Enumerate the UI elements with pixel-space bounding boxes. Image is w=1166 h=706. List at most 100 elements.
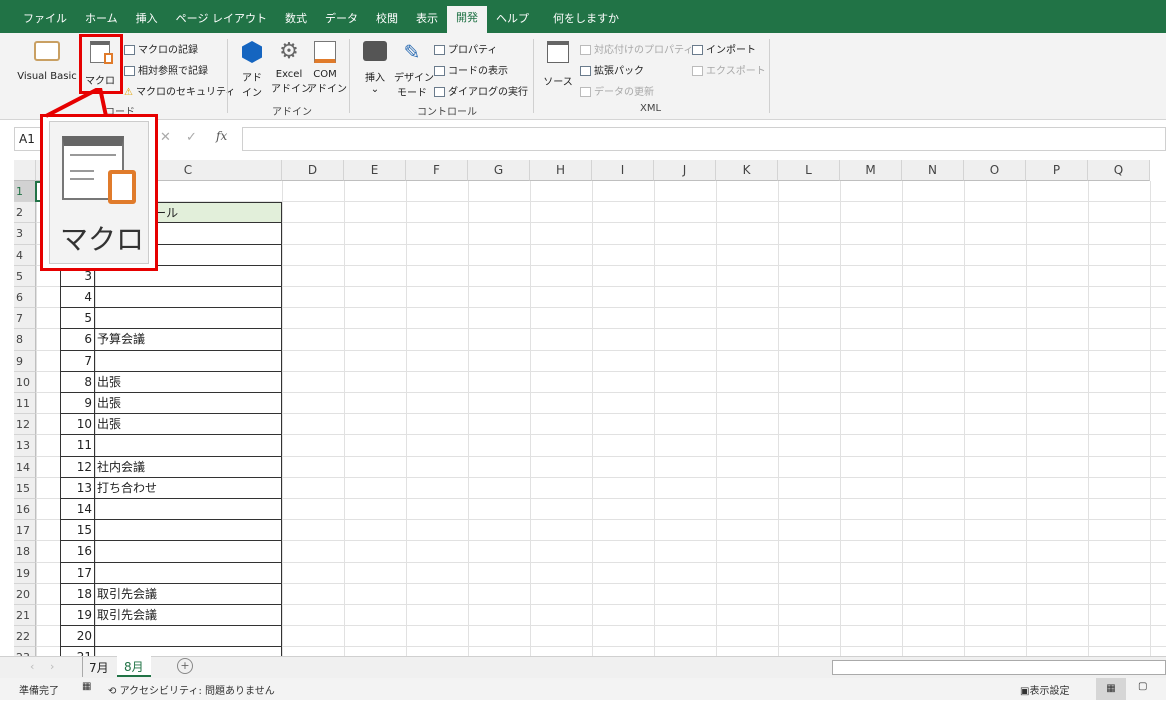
- gridline: [964, 181, 965, 656]
- macro-large-icon: [62, 136, 136, 204]
- row-header-14[interactable]: 14: [14, 456, 36, 478]
- day-cell[interactable]: 8: [60, 371, 95, 393]
- column-header-L[interactable]: L: [778, 160, 840, 181]
- event-cell[interactable]: 取引先会議: [95, 583, 282, 605]
- column-header-G[interactable]: G: [468, 160, 530, 181]
- event-cell[interactable]: [95, 562, 282, 584]
- day-cell[interactable]: 20: [60, 626, 95, 648]
- column-header-H[interactable]: H: [530, 160, 592, 181]
- day-cell[interactable]: 7: [60, 350, 95, 372]
- gridline: [530, 181, 531, 656]
- sheet-tab-bar: ‹ › 7月 8月 +: [0, 656, 1166, 678]
- day-cell[interactable]: 12: [60, 456, 95, 478]
- row-header-23[interactable]: 23: [14, 647, 36, 656]
- gridline: [654, 181, 655, 656]
- callout-pointer: [45, 88, 108, 118]
- row-header-19[interactable]: 19: [14, 562, 36, 584]
- day-cell[interactable]: 9: [60, 393, 95, 415]
- add-sheet-icon[interactable]: +: [177, 658, 193, 674]
- event-cell[interactable]: [95, 626, 282, 648]
- horizontal-scrollbar[interactable]: [832, 660, 1166, 675]
- event-cell[interactable]: [95, 350, 282, 372]
- row-header-6[interactable]: 6: [14, 287, 36, 309]
- row-header-8[interactable]: 8: [14, 329, 36, 351]
- event-cell[interactable]: 社内会議: [95, 456, 282, 478]
- gridline: [1088, 181, 1089, 656]
- event-cell[interactable]: [95, 499, 282, 521]
- row-header-5[interactable]: 5: [14, 265, 36, 287]
- day-cell[interactable]: 11: [60, 435, 95, 457]
- gridline: [716, 181, 717, 656]
- row-header-7[interactable]: 7: [14, 308, 36, 330]
- row-header-13[interactable]: 13: [14, 435, 36, 457]
- event-cell[interactable]: 出張: [95, 393, 282, 415]
- day-cell[interactable]: 4: [60, 287, 95, 309]
- day-cell[interactable]: 15: [60, 520, 95, 542]
- day-cell[interactable]: 17: [60, 562, 95, 584]
- event-cell[interactable]: [95, 647, 282, 656]
- day-cell[interactable]: 10: [60, 414, 95, 436]
- day-cell[interactable]: 5: [60, 308, 95, 330]
- event-cell[interactable]: [95, 308, 282, 330]
- column-header-E[interactable]: E: [344, 160, 406, 181]
- column-header-J[interactable]: J: [654, 160, 716, 181]
- row-header-17[interactable]: 17: [14, 520, 36, 542]
- day-cell[interactable]: 18: [60, 583, 95, 605]
- row-header-22[interactable]: 22: [14, 626, 36, 648]
- worksheet-grid[interactable]: C D E F G H I J K L M N O P Q 1 2 3 4 5 6 7 8 9 10 11 12 13 14 15 16 17…: [0, 0, 1166, 656]
- row-header-16[interactable]: 16: [14, 499, 36, 521]
- row-header-1[interactable]: 1: [14, 181, 36, 203]
- column-header-N[interactable]: N: [902, 160, 964, 181]
- row-header-9[interactable]: 9: [14, 350, 36, 372]
- event-cell[interactable]: 予算会議: [95, 329, 282, 351]
- event-cell[interactable]: 出張: [95, 414, 282, 436]
- event-cell[interactable]: [95, 287, 282, 309]
- event-cell[interactable]: 取引先会議: [95, 605, 282, 627]
- day-cell[interactable]: 19: [60, 605, 95, 627]
- row-header-15[interactable]: 15: [14, 477, 36, 499]
- normal-view-icon[interactable]: ▦: [1096, 678, 1126, 700]
- event-cell[interactable]: [95, 435, 282, 457]
- event-cell[interactable]: [95, 541, 282, 563]
- day-cell[interactable]: 13: [60, 477, 95, 499]
- column-header-I[interactable]: I: [592, 160, 654, 181]
- column-header-O[interactable]: O: [964, 160, 1026, 181]
- column-header-M[interactable]: M: [840, 160, 902, 181]
- row-header-12[interactable]: 12: [14, 414, 36, 436]
- display-settings-button[interactable]: ▣表示設定: [1020, 682, 1069, 697]
- sheet-tab-7月[interactable]: 7月: [82, 657, 115, 677]
- page-layout-view-icon[interactable]: ▢: [1138, 681, 1147, 692]
- gridline: [344, 181, 345, 656]
- row-header-21[interactable]: 21: [14, 605, 36, 627]
- event-cell[interactable]: 打ち合わせ: [95, 477, 282, 499]
- sheet-tab-8月[interactable]: 8月: [117, 656, 151, 677]
- macro-record-icon[interactable]: ▦: [82, 681, 91, 692]
- scroll-right-icon[interactable]: ›: [50, 660, 54, 673]
- select-all-corner[interactable]: [14, 160, 36, 181]
- day-cell[interactable]: 14: [60, 499, 95, 521]
- row-header-11[interactable]: 11: [14, 393, 36, 415]
- gridline: [840, 181, 841, 656]
- gridline: [592, 181, 593, 656]
- status-bar: 準備完了 ▦ ⟲ アクセシビリティ: 問題ありません ▣表示設定 ▦ ▢: [0, 678, 1166, 700]
- column-header-P[interactable]: P: [1026, 160, 1088, 181]
- column-header-Q[interactable]: Q: [1088, 160, 1150, 181]
- row-header-10[interactable]: 10: [14, 371, 36, 393]
- event-cell[interactable]: 出張: [95, 371, 282, 393]
- gridline: [1026, 181, 1027, 656]
- accessibility-status[interactable]: ⟲ アクセシビリティ: 問題ありません: [108, 682, 275, 697]
- column-header-F[interactable]: F: [406, 160, 468, 181]
- macro-zoom-callout: マクロ: [40, 114, 158, 271]
- row-header-3[interactable]: 3: [14, 223, 36, 245]
- day-cell[interactable]: 21: [60, 647, 95, 656]
- column-header-K[interactable]: K: [716, 160, 778, 181]
- event-cell[interactable]: [95, 520, 282, 542]
- row-header-20[interactable]: 20: [14, 583, 36, 605]
- day-cell[interactable]: 16: [60, 541, 95, 563]
- scroll-left-icon[interactable]: ‹: [30, 660, 34, 673]
- column-header-D[interactable]: D: [282, 160, 344, 181]
- row-header-4[interactable]: 4: [14, 244, 36, 266]
- row-header-2[interactable]: 2: [14, 202, 36, 224]
- row-header-18[interactable]: 18: [14, 541, 36, 563]
- day-cell[interactable]: 6: [60, 329, 95, 351]
